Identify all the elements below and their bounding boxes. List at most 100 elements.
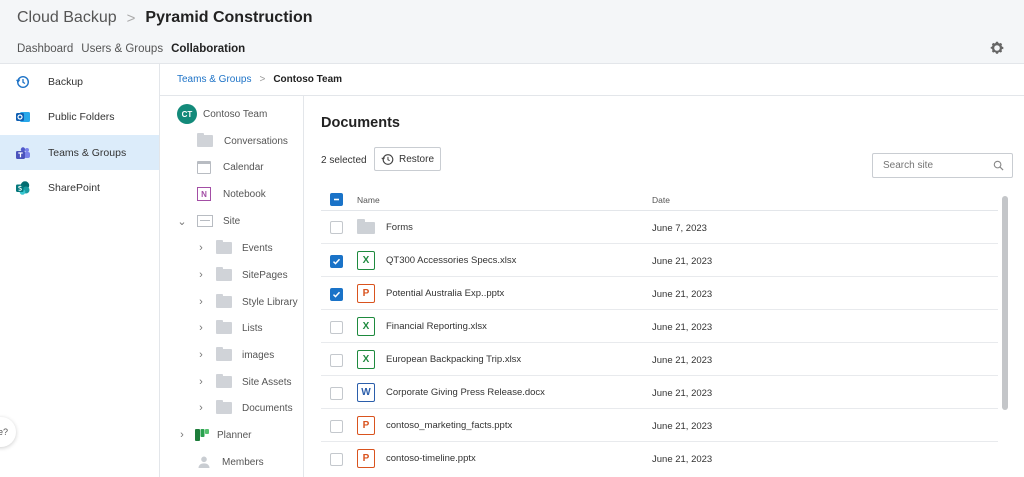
tree-node-calendar[interactable]: Calendar: [197, 157, 264, 177]
top-bar: Cloud Backup > Pyramid Construction Dash…: [0, 0, 1024, 64]
row-checkbox[interactable]: [330, 288, 343, 301]
chevron-right-icon[interactable]: ›: [196, 349, 206, 361]
tree-node-style-library[interactable]: › Style Library: [196, 292, 298, 312]
search-box[interactable]: [872, 153, 1013, 178]
nav-collaboration[interactable]: Collaboration: [171, 43, 245, 55]
search-input[interactable]: [883, 160, 983, 171]
file-date: June 21, 2023: [652, 454, 713, 465]
row-checkbox[interactable]: [330, 354, 343, 367]
file-name[interactable]: QT300 Accessories Specs.xlsx: [386, 255, 516, 266]
chevron-right-icon[interactable]: ›: [196, 322, 206, 334]
chevron-right-icon[interactable]: ›: [177, 429, 187, 441]
column-header-name[interactable]: Name: [357, 195, 380, 205]
table-row[interactable]: W Corporate Giving Press Release.docx Ju…: [321, 376, 998, 409]
breadcrumb-teams-groups[interactable]: Teams & Groups: [177, 74, 251, 85]
onenote-icon: N: [197, 187, 211, 201]
chevron-right-icon[interactable]: ›: [196, 402, 206, 414]
file-date: June 7, 2023: [652, 223, 707, 234]
row-checkbox[interactable]: [330, 321, 343, 334]
tree-node-site-assets[interactable]: › Site Assets: [196, 372, 291, 392]
select-all-checkbox[interactable]: [330, 193, 343, 206]
sidebar-item-label: Teams & Groups: [48, 146, 127, 159]
minus-icon: [334, 198, 339, 201]
tree-node-lists[interactable]: › Lists: [196, 318, 263, 338]
table-row[interactable]: Forms June 7, 2023: [321, 211, 998, 244]
column-header-date[interactable]: Date: [652, 195, 670, 205]
table-row[interactable]: X European Backpacking Trip.xlsx June 21…: [321, 343, 998, 376]
table-row[interactable]: P Potential Australia Exp..pptx June 21,…: [321, 277, 998, 310]
folder-icon: [216, 240, 232, 254]
tree-node-label: images: [242, 349, 275, 361]
table-row[interactable]: P contoso_marketing_facts.pptx June 21, …: [321, 409, 998, 442]
tree-node-images[interactable]: › images: [196, 345, 274, 365]
row-checkbox[interactable]: [330, 453, 343, 466]
chevron-right-icon[interactable]: ›: [196, 296, 206, 308]
file-name[interactable]: Corporate Giving Press Release.docx: [386, 387, 545, 398]
sidebar-item-backup[interactable]: Backup: [0, 64, 159, 99]
tree-node-label: Style Library: [242, 296, 298, 308]
file-name[interactable]: Financial Reporting.xlsx: [386, 321, 487, 332]
chevron-right-icon[interactable]: ›: [196, 376, 206, 388]
word-icon: W: [357, 383, 375, 402]
tree-node-label: Members: [222, 456, 264, 468]
file-name[interactable]: European Backpacking Trip.xlsx: [386, 354, 521, 365]
chevron-down-icon[interactable]: ⌄: [177, 215, 187, 228]
main-nav: Dashboard Users & Groups Collaboration: [17, 43, 245, 55]
search-icon[interactable]: [993, 160, 1004, 171]
table-row[interactable]: P contoso-timeline.pptx June 21, 2023: [321, 442, 998, 475]
tree-node-notebook[interactable]: N Notebook: [197, 184, 266, 204]
check-icon: [332, 258, 341, 265]
tree-node-planner[interactable]: › Planner: [177, 425, 251, 445]
file-name[interactable]: contoso_marketing_facts.pptx: [386, 420, 512, 431]
folder-icon: [216, 320, 232, 334]
sidebar-item-teams-groups[interactable]: Teams & Groups: [0, 135, 159, 170]
row-checkbox[interactable]: [330, 255, 343, 268]
excel-icon: X: [357, 317, 375, 336]
tree-node-label: SitePages: [242, 269, 288, 281]
tree-node-conversations[interactable]: Conversations: [197, 131, 288, 151]
nav-dashboard[interactable]: Dashboard: [17, 43, 73, 55]
tree-node-members[interactable]: Members: [197, 452, 264, 472]
file-name[interactable]: contoso-timeline.pptx: [386, 453, 476, 464]
row-checkbox[interactable]: [330, 387, 343, 400]
tree-node-team[interactable]: CT Contoso Team: [177, 104, 267, 124]
planner-icon: [195, 428, 209, 442]
tree-node-label: Calendar: [223, 161, 264, 173]
sidebar: Backup Public Folders Teams & Groups Sha…: [0, 64, 160, 477]
table-row[interactable]: X Financial Reporting.xlsx June 21, 2023: [321, 310, 998, 343]
team-avatar: CT: [177, 104, 197, 124]
vertical-scrollbar[interactable]: [1002, 196, 1008, 410]
row-checkbox[interactable]: [330, 221, 343, 234]
breadcrumb-separator: >: [126, 9, 136, 27]
sidebar-item-label: Public Folders: [48, 110, 115, 123]
sidebar-item-public-folders[interactable]: Public Folders: [0, 99, 159, 134]
tree-node-site[interactable]: ⌄ Site: [177, 211, 240, 231]
table-row[interactable]: X QT300 Accessories Specs.xlsx June 21, …: [321, 244, 998, 277]
file-date: June 21, 2023: [652, 289, 713, 300]
folder-icon: [216, 267, 232, 281]
tree-node-label: Site Assets: [242, 376, 292, 388]
chevron-right-icon[interactable]: ›: [196, 269, 206, 281]
tree-node-documents[interactable]: › Documents: [196, 398, 293, 418]
chevron-right-icon[interactable]: ›: [196, 242, 206, 254]
page-title: Documents: [321, 115, 400, 131]
file-name[interactable]: Forms: [386, 222, 413, 233]
excel-icon: X: [357, 251, 375, 270]
file-date: June 21, 2023: [652, 421, 713, 432]
org-name: Pyramid Construction: [145, 9, 313, 26]
nav-users-groups[interactable]: Users & Groups: [81, 43, 163, 55]
file-name[interactable]: Potential Australia Exp..pptx: [386, 288, 504, 299]
gear-icon[interactable]: [989, 40, 1005, 56]
restore-label: Restore: [398, 153, 434, 165]
sidebar-item-label: Backup: [48, 75, 84, 88]
sidebar-item-label: SharePoint: [48, 181, 100, 194]
sidebar-item-sharepoint[interactable]: SharePoint: [0, 170, 159, 205]
tree-node-sitepages[interactable]: › SitePages: [196, 265, 288, 285]
row-checkbox[interactable]: [330, 420, 343, 433]
person-icon: [197, 455, 211, 469]
tree-node-events[interactable]: › Events: [196, 238, 273, 258]
app-name[interactable]: Cloud Backup: [17, 9, 117, 27]
restore-button[interactable]: Restore: [374, 147, 441, 171]
help-button[interactable]: e?: [0, 417, 16, 447]
site-icon: [197, 215, 213, 227]
